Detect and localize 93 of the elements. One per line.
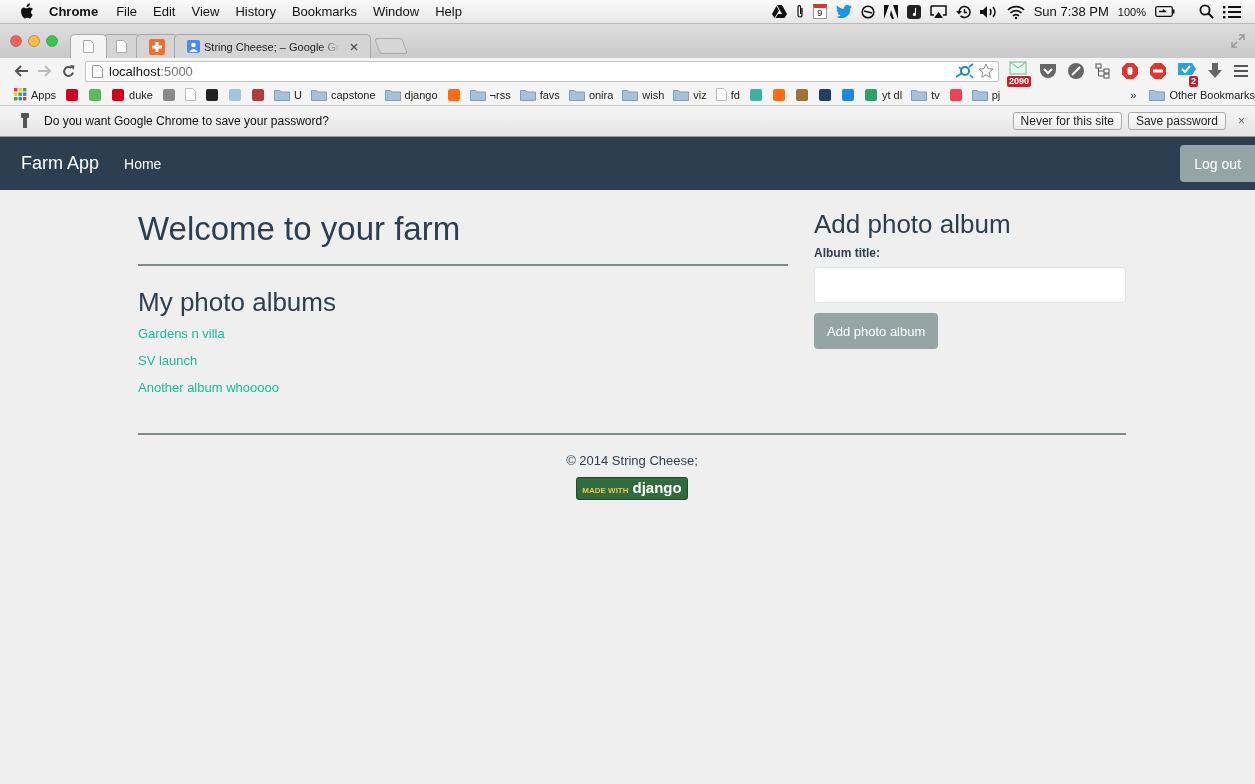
person-board-icon [187, 40, 200, 53]
music-note-icon[interactable] [906, 4, 921, 19]
search-icon[interactable] [1199, 4, 1214, 19]
menu-item[interactable]: Help [427, 4, 470, 19]
infobar-message: Do you want Google Chrome to save your password? [44, 114, 329, 128]
calendar-date[interactable]: 9 [812, 4, 827, 19]
brand-link[interactable]: Farm App [21, 153, 100, 174]
app-menu[interactable]: Chrome [35, 4, 109, 19]
menu-item[interactable]: File [108, 4, 146, 19]
bookmark-label[interactable]: favs [539, 88, 560, 101]
infobar-button[interactable]: Save password [1127, 112, 1226, 130]
paperclip-icon[interactable] [795, 4, 804, 19]
triangle-icon[interactable] [771, 5, 787, 18]
address-bar[interactable]: localhost:5000 [85, 60, 999, 82]
form-heading: Add photo album [814, 208, 1012, 240]
page-icon [116, 40, 127, 53]
bookmark-label[interactable]: yt dl [882, 88, 903, 101]
folder-icon [622, 88, 639, 101]
back-arrow-icon[interactable] [14, 65, 28, 77]
folder-icon [1149, 88, 1166, 101]
circle-slash-icon[interactable] [860, 4, 875, 19]
close-icon[interactable]: × [1238, 114, 1245, 128]
triangle-logo-icon[interactable] [883, 4, 898, 19]
page-title: Welcome to your farm [138, 209, 788, 266]
bookmark-label[interactable]: capstone [330, 88, 376, 101]
satellite-icon[interactable] [956, 63, 974, 79]
stop-sign-icon[interactable] [1149, 62, 1167, 80]
bookmark-label[interactable]: wish [642, 88, 665, 101]
star-icon[interactable] [978, 63, 994, 79]
bookmark-label[interactable]: tv [931, 88, 940, 101]
menu-item[interactable]: Window [364, 4, 428, 19]
section-heading: My photo albums [138, 286, 337, 318]
folder-icon [384, 88, 401, 101]
folder-icon [310, 88, 327, 101]
folder-icon [519, 88, 536, 101]
bird-icon[interactable] [835, 5, 852, 18]
reload-icon[interactable] [62, 64, 75, 78]
folder-icon [469, 88, 486, 101]
list-icon[interactable] [1223, 4, 1241, 19]
url-text: localhost:5000 [109, 63, 193, 79]
tree-icon[interactable] [1095, 63, 1111, 79]
bookmark-label[interactable]: ¬rss [489, 88, 511, 101]
bookmark-label[interactable]: django [404, 88, 438, 101]
bookmark-label[interactable]: U [293, 88, 302, 101]
tab-title: String Cheese; – Google Gr [204, 40, 340, 53]
bookmark-label[interactable]: duke [129, 88, 153, 101]
grid-icon [14, 88, 27, 101]
wifi-icon[interactable] [1006, 4, 1025, 19]
battery-icon[interactable] [1155, 6, 1175, 17]
download-arrow-icon[interactable] [1207, 63, 1223, 79]
copyright-text: © 2014 String Cheese; [566, 453, 698, 468]
browser-tab[interactable]: String Cheese; – Google Gr [174, 34, 371, 58]
nav-link[interactable]: Home [124, 155, 162, 172]
close-icon[interactable] [349, 42, 358, 51]
speaker-icon[interactable] [979, 4, 998, 19]
apple-icon [20, 3, 35, 20]
folder-icon [911, 88, 928, 101]
count-badge: 2 [1189, 76, 1198, 87]
field-label: Album title: [814, 246, 881, 260]
plus-square-icon [149, 38, 165, 55]
infobar-button[interactable]: Never for this site [1012, 112, 1122, 130]
more-bookmarks[interactable]: » [1130, 88, 1137, 101]
bookmark-label[interactable]: viz [693, 88, 707, 101]
tag-check-icon[interactable] [1177, 61, 1197, 77]
airplay-icon[interactable] [929, 4, 947, 19]
menubar-clock[interactable]: Sun 7:38 PM [1033, 4, 1109, 19]
menu-item[interactable]: Edit [145, 4, 184, 19]
page-icon [92, 64, 103, 78]
bookmark-label[interactable]: onira [588, 88, 614, 101]
window-light-icon[interactable] [10, 35, 22, 47]
count-badge: 2090 [1007, 76, 1032, 87]
bookmark-label[interactable]: Other Bookmarks [1169, 88, 1255, 101]
bookmark-label[interactable]: pj [991, 88, 1001, 101]
folder-icon [273, 88, 290, 101]
bookmark-label[interactable]: Apps [31, 88, 57, 101]
menu-item[interactable]: Bookmarks [283, 4, 365, 19]
clock-history-icon[interactable] [955, 4, 971, 19]
page-icon [715, 88, 727, 101]
folder-icon [971, 88, 988, 101]
django-badge[interactable]: MADE WITH django [576, 477, 688, 500]
folder-icon [568, 88, 585, 101]
page-icon [83, 40, 94, 53]
album-title-field[interactable] [814, 267, 1126, 303]
menu-item[interactable]: History [227, 4, 284, 19]
battery-percent: 100% [1117, 5, 1146, 18]
bookmark-label[interactable]: fd [730, 88, 740, 101]
key-icon [20, 113, 30, 129]
page-icon [184, 88, 196, 101]
menu-item[interactable]: View [183, 4, 228, 19]
menu-icon[interactable] [1233, 64, 1249, 78]
folder-icon [673, 88, 690, 101]
stop-hand-icon[interactable] [1121, 62, 1139, 80]
pocket-icon[interactable] [1039, 63, 1057, 79]
